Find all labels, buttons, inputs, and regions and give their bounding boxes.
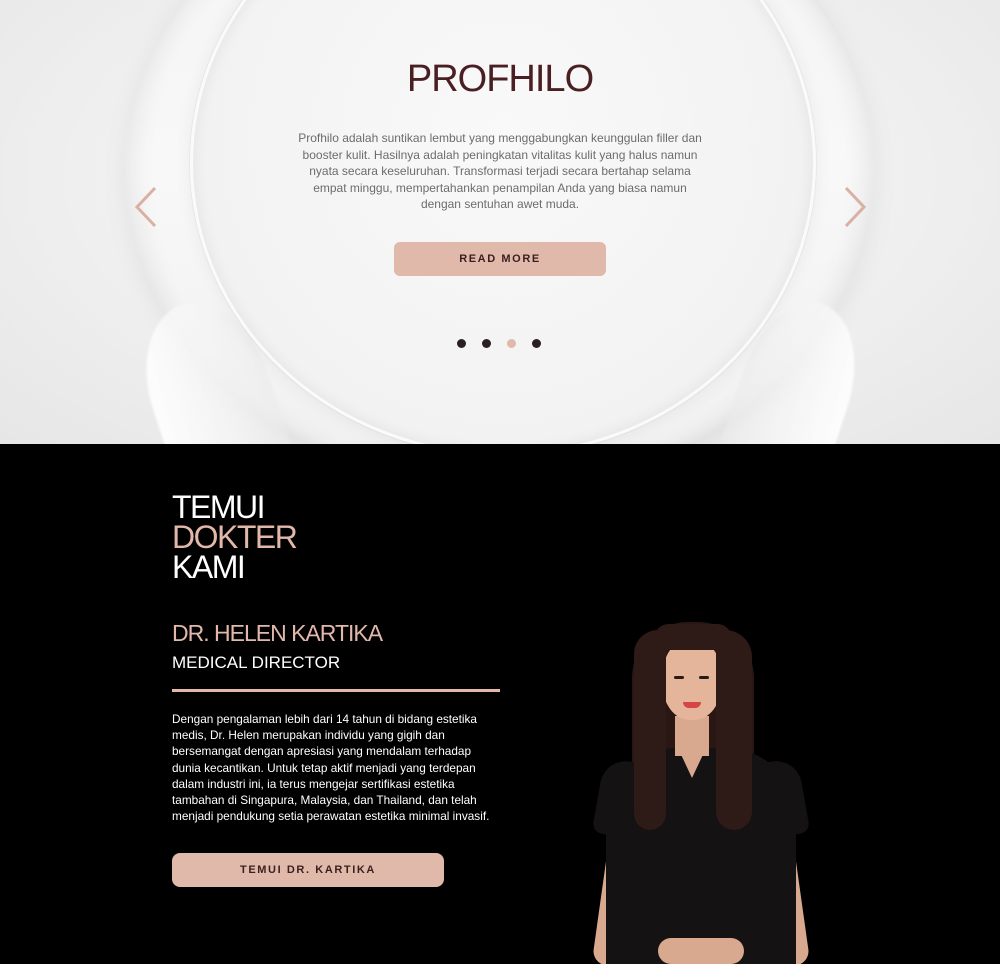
- carousel-dot-3[interactable]: [507, 339, 516, 348]
- heading-line-3: KAMI: [172, 549, 246, 585]
- carousel-dot-1[interactable]: [457, 339, 466, 348]
- portrait-eye-right: [699, 676, 709, 679]
- portrait-eye-left: [674, 676, 684, 679]
- section-heading: TEMUI DOKTER KAMI: [172, 489, 298, 585]
- portrait-hands: [658, 938, 744, 964]
- portrait-neckline: [677, 746, 707, 778]
- carousel-pagination: [457, 339, 541, 348]
- slide-description: Profhilo adalah suntikan lembut yang men…: [298, 131, 702, 212]
- heading-line-1: TEMUI: [172, 489, 266, 525]
- meet-doctor-button[interactable]: TEMUI DR. KARTIKA: [172, 853, 444, 887]
- doctor-name: DR. HELEN KARTIKA: [172, 620, 383, 646]
- carousel-dot-2[interactable]: [482, 339, 491, 348]
- chevron-left-icon[interactable]: [133, 186, 159, 228]
- heading-line-2: DOKTER: [172, 519, 298, 555]
- doctor-role: MEDICAL DIRECTOR: [172, 653, 341, 672]
- chevron-right-icon[interactable]: [842, 186, 868, 228]
- doctor-bio: Dengan pengalaman lebih dari 14 tahun di…: [172, 712, 490, 824]
- hero-carousel: PROFHILO Profhilo adalah suntikan lembut…: [0, 0, 1000, 444]
- portrait-hair-right: [716, 630, 752, 830]
- read-more-button[interactable]: READ MORE: [394, 242, 606, 276]
- portrait-hair-left: [634, 630, 666, 830]
- divider: [172, 689, 500, 692]
- slide-title: PROFHILO: [406, 58, 594, 100]
- carousel-dot-4[interactable]: [532, 339, 541, 348]
- meet-doctor-section: TEMUI DOKTER KAMI DR. HELEN KARTIKA MEDI…: [0, 444, 1000, 964]
- doctor-photo: [591, 620, 811, 964]
